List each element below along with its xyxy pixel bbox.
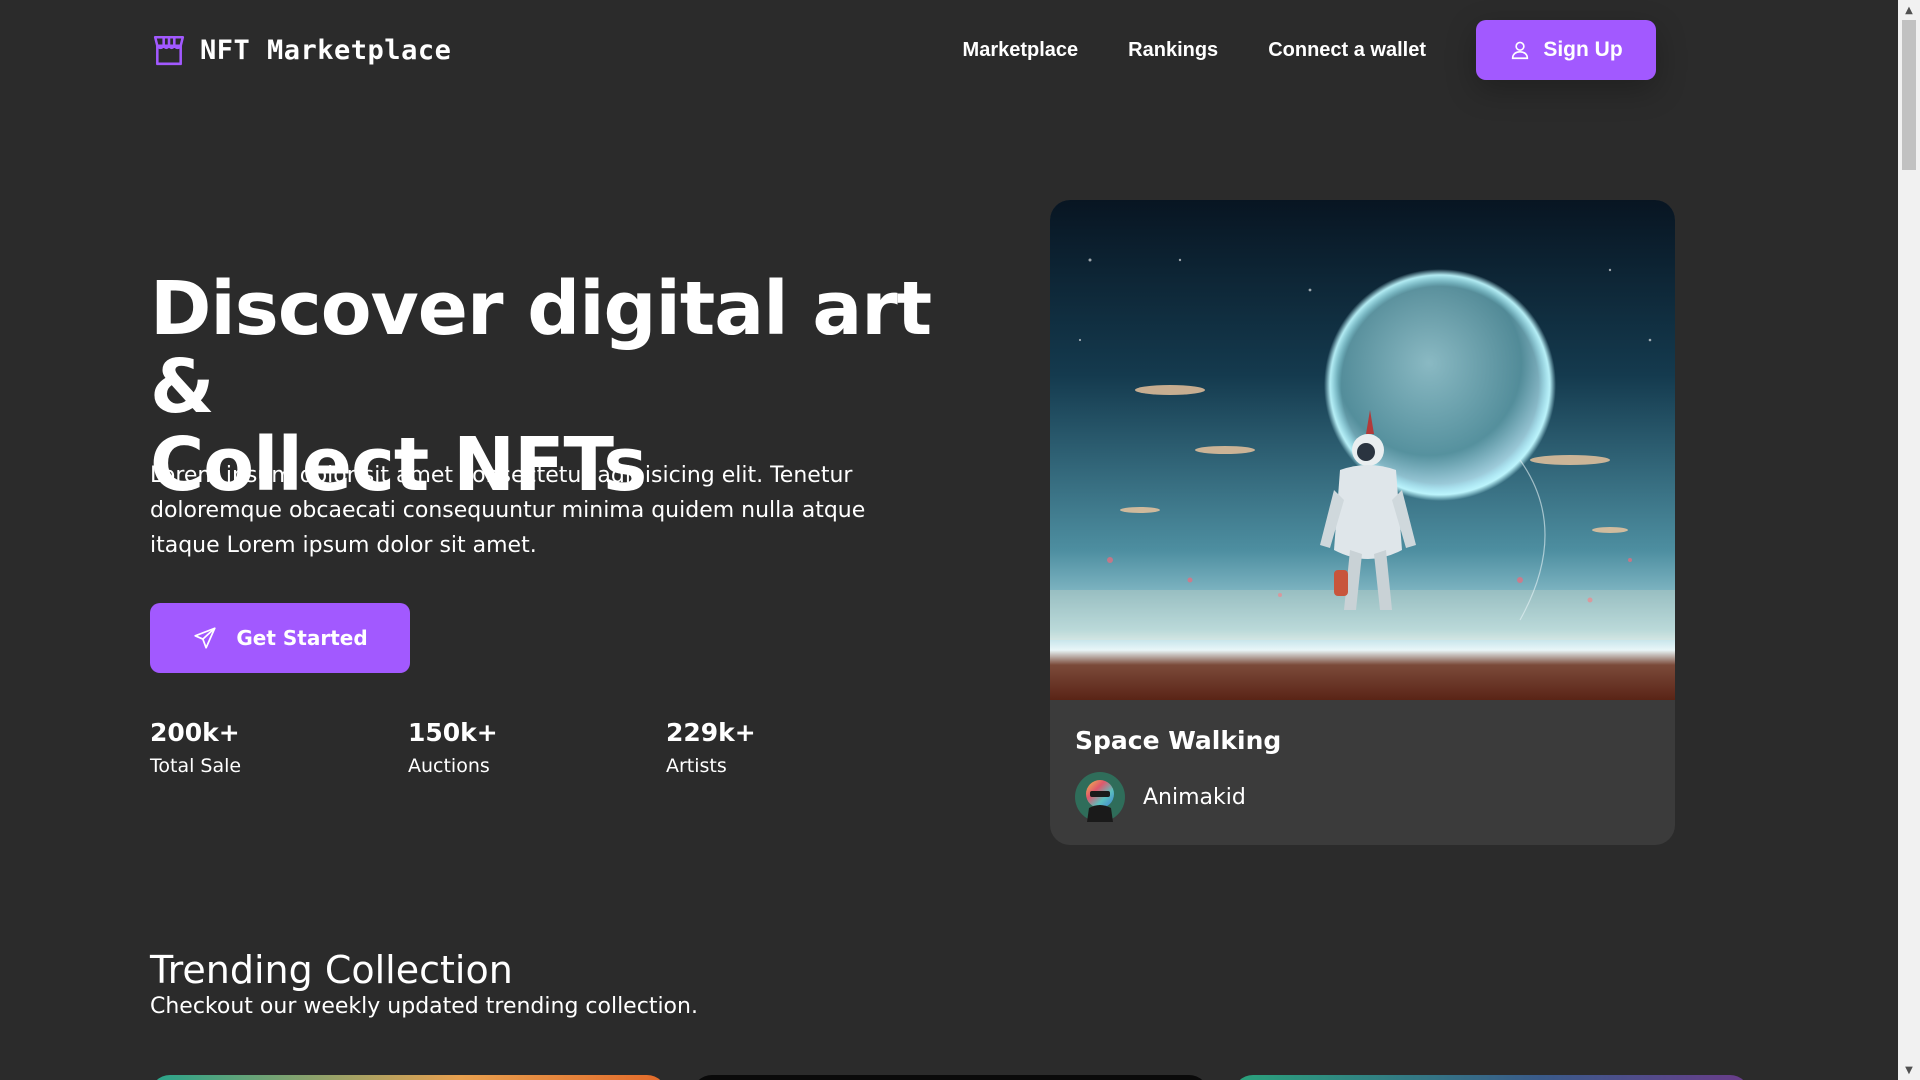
arrow-up-icon[interactable]: ▲	[1898, 0, 1920, 20]
get-started-label: Get Started	[236, 626, 368, 650]
sign-up-button[interactable]: Sign Up	[1476, 20, 1656, 80]
artist-avatar	[1075, 772, 1125, 822]
nav-marketplace[interactable]: Marketplace	[963, 39, 1079, 62]
featured-nft-image	[1050, 200, 1675, 700]
hero-title-line-1: Discover digital art &	[150, 266, 932, 430]
trending-card[interactable]	[692, 1075, 1209, 1080]
artist-name: Animakid	[1143, 784, 1246, 810]
vertical-scrollbar[interactable]: ▲ ▼	[1898, 0, 1920, 1080]
paper-plane-icon	[194, 627, 216, 649]
stat-value: 200k+	[150, 718, 240, 747]
logo[interactable]: NFT Marketplace	[152, 32, 451, 68]
nav-rankings[interactable]: Rankings	[1128, 39, 1218, 62]
trending-subtitle: Checkout our weekly updated trending col…	[150, 994, 698, 1019]
featured-nft-artist[interactable]: Animakid	[1075, 772, 1246, 822]
nav-connect-wallet[interactable]: Connect a wallet	[1268, 39, 1426, 62]
trending-card[interactable]	[1233, 1075, 1750, 1080]
storefront-icon	[153, 35, 185, 66]
trending-card[interactable]	[150, 1075, 667, 1080]
site-header: NFT Marketplace Marketplace Rankings Con…	[0, 0, 1898, 100]
stat-auctions: 150k+ Auctions	[408, 716, 666, 780]
stat-label: Auctions	[408, 755, 490, 777]
logo-text: NFT Marketplace	[200, 34, 452, 66]
stat-label: Artists	[666, 755, 727, 777]
get-started-button[interactable]: Get Started	[150, 603, 410, 673]
trending-title: Trending Collection	[150, 948, 513, 992]
scrollbar-thumb[interactable]	[1902, 20, 1916, 170]
stat-value: 150k+	[408, 718, 498, 747]
user-icon	[1512, 41, 1529, 60]
arrow-down-icon[interactable]: ▼	[1898, 1060, 1920, 1080]
sign-up-label: Sign Up	[1543, 38, 1623, 61]
stat-label: Total Sale	[150, 755, 242, 777]
stat-total-sale: 200k+ Total Sale	[150, 716, 408, 780]
stat-value: 229k+	[666, 718, 756, 747]
featured-nft-title: Space Walking	[1075, 726, 1282, 755]
main-nav: Marketplace Rankings Connect a wallet Si…	[963, 20, 1656, 80]
stat-artists: 229k+ Artists	[666, 716, 924, 780]
featured-nft-card[interactable]: Space Walking Animakid	[1050, 200, 1675, 845]
hero-description: Lorem ipsum dolor sit amet consectetur a…	[150, 463, 866, 558]
hero-stats: 200k+ Total Sale 150k+ Auctions 229k+ Ar…	[150, 716, 924, 780]
